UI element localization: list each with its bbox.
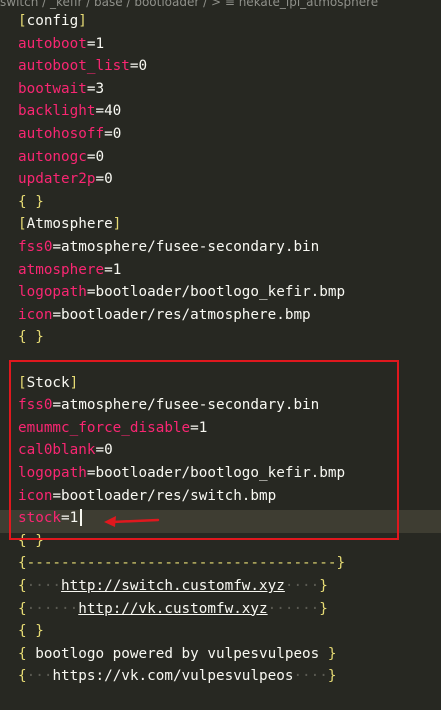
comment-text: https://vk.com/vulpesvulpeos (52, 668, 294, 685)
equals-sign: = (52, 239, 62, 255)
config-key: bootwait (18, 80, 87, 97)
config-value: bootloader/res/atmosphere.bmp (61, 306, 311, 323)
code-line[interactable]: { bootlogo powered by vulpesvulpeos } (18, 643, 336, 666)
code-line[interactable]: {------------------------------------} (18, 552, 345, 575)
code-line[interactable]: [Atmosphere] (18, 213, 121, 236)
equals-sign: = (104, 126, 113, 142)
empty-braces: { } (18, 329, 44, 346)
comment-link: http://switch.customfw.xyz (61, 578, 285, 594)
comment-text: bootlogo powered by vulpesvulpeos (26, 645, 328, 662)
empty-braces: { } (18, 623, 44, 640)
brace-close: } (327, 668, 337, 685)
whitespace-dots: ······ (267, 600, 320, 617)
code-line[interactable]: {····http://switch.customfw.xyz····} (18, 575, 328, 598)
code-line[interactable]: {······http://vk.customfw.xyz······} (18, 598, 328, 621)
config-key: updater2p (18, 171, 96, 188)
config-value: 0 (95, 148, 105, 165)
config-value: 40 (104, 103, 122, 120)
brace-open: { (18, 668, 27, 685)
config-key: icon (18, 306, 53, 323)
config-key: atmosphere (18, 261, 105, 278)
config-key: logopath (18, 284, 87, 301)
code-line[interactable]: fss0=atmosphere/fusee-secondary.bin (18, 236, 319, 259)
comment-divider: ------------------------------------ (26, 555, 337, 572)
brace-close: } (319, 578, 328, 594)
config-key: autohosoff (18, 126, 105, 142)
equals-sign: = (95, 103, 105, 120)
equals-sign: = (52, 306, 62, 323)
brace-close: } (327, 645, 337, 662)
code-line[interactable]: autoboot=1 (18, 33, 104, 56)
config-key: autoboot (18, 35, 87, 52)
config-key: autoboot_list (18, 58, 130, 75)
whitespace-dots: ··· (26, 668, 53, 685)
config-value: 1 (95, 35, 105, 52)
config-value: 0 (104, 171, 113, 188)
code-line[interactable]: autohosoff=0 (18, 123, 121, 146)
code-line[interactable]: icon=bootloader/res/atmosphere.bmp (18, 304, 311, 327)
bracket-close: ] (112, 216, 122, 233)
brace-close: } (336, 555, 346, 572)
config-value: 1 (112, 261, 122, 278)
code-line[interactable]: autonogc=0 (18, 146, 104, 169)
config-value: 0 (138, 58, 148, 75)
code-line[interactable]: { } (18, 620, 44, 643)
code-line[interactable]: updater2p=0 (18, 168, 113, 191)
brace-open: { (18, 600, 27, 617)
bracket-open: [ (18, 13, 27, 29)
code-line[interactable]: autoboot_list=0 (18, 55, 147, 78)
bracket-close: ] (78, 13, 87, 29)
whitespace-dots: ···· (26, 578, 62, 594)
code-line[interactable]: atmosphere=1 (18, 259, 121, 282)
bracket-open: [ (18, 216, 27, 233)
config-key: fss0 (18, 239, 53, 255)
code-line[interactable]: backlight=40 (18, 100, 121, 123)
brace-open: { (18, 578, 27, 594)
brace-close: } (319, 600, 328, 617)
comment-link: http://vk.customfw.xyz (78, 600, 268, 617)
equals-sign: = (129, 58, 139, 75)
annotation-arrow-icon (104, 516, 160, 527)
config-value: atmosphere/fusee-secondary.bin (61, 239, 320, 255)
section-name: Atmosphere (26, 216, 113, 233)
config-key: autonogc (18, 148, 87, 165)
config-key: backlight (18, 103, 96, 120)
config-value: bootloader/bootlogo_kefir.bmp (95, 284, 346, 301)
equals-sign: = (95, 171, 105, 188)
equals-sign: = (104, 261, 113, 278)
whitespace-dots: ······ (26, 600, 79, 617)
empty-braces: { } (18, 193, 44, 210)
code-line[interactable]: { } (18, 326, 44, 349)
brace-open: { (18, 555, 27, 572)
config-value: 3 (95, 80, 105, 97)
whitespace-dots: ···· (284, 578, 320, 594)
code-line[interactable]: { } (18, 191, 44, 214)
whitespace-dots: ···· (293, 668, 328, 685)
code-line[interactable]: bootwait=3 (18, 78, 104, 101)
breadcrumb: switch / _kefir / base / bootloader / > … (0, 0, 379, 9)
annotation-highlight-box (9, 360, 399, 540)
config-value: 0 (112, 126, 122, 142)
code-line[interactable]: logopath=bootloader/bootlogo_kefir.bmp (18, 281, 345, 304)
code-line[interactable]: {···https://vk.com/vulpesvulpeos····} (18, 665, 337, 688)
code-line[interactable]: [config] (18, 10, 87, 33)
section-name: config (26, 13, 79, 29)
brace-open: { (18, 645, 27, 662)
